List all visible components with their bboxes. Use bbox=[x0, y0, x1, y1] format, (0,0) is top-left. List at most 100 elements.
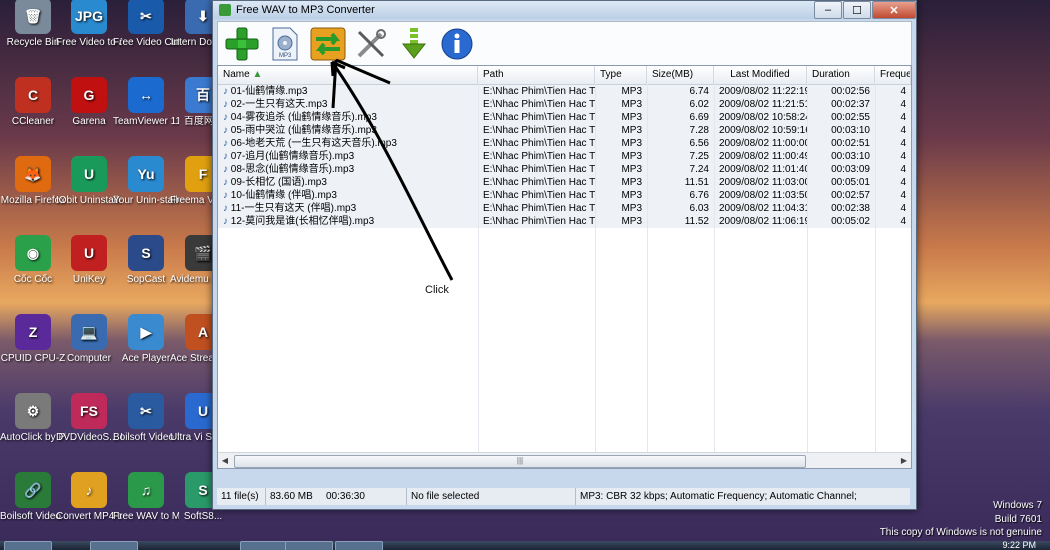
cell-size: 6.02 bbox=[689, 99, 709, 110]
cell-size: 6.69 bbox=[689, 112, 709, 123]
table-row[interactable]: ♪ 09-长相忆 (国语).mp3 E:\Nhac Phim\Tien Hac T… bbox=[218, 176, 911, 189]
cell-path: E:\Nhac Phim\Tien Hac Th... bbox=[483, 216, 595, 227]
taskbar-item[interactable] bbox=[90, 541, 138, 550]
options-button[interactable] bbox=[351, 25, 391, 63]
cell-size: 6.56 bbox=[689, 138, 709, 149]
cell-freq: 4 bbox=[900, 138, 906, 149]
status-format: MP3: CBR 32 kbps; Automatic Frequency; A… bbox=[580, 491, 857, 502]
column-header-modified[interactable]: Last Modified bbox=[714, 66, 807, 84]
cell-size: 7.24 bbox=[689, 164, 709, 175]
audio-file-icon: ♪ bbox=[223, 86, 231, 97]
close-button[interactable]: ✕ bbox=[872, 1, 916, 19]
minimize-button[interactable]: – bbox=[814, 1, 842, 19]
scrollbar-thumb[interactable]: ||| bbox=[234, 455, 806, 468]
cell-type: MP3 bbox=[621, 164, 642, 175]
taskbar-item-converter[interactable] bbox=[285, 541, 333, 550]
cell-duration: 00:02:37 bbox=[831, 99, 870, 110]
cell-type: MP3 bbox=[621, 86, 642, 97]
column-header-frequency[interactable]: Freque bbox=[875, 66, 911, 84]
status-selection: No file selected bbox=[407, 488, 576, 505]
list-header: Name ▲ Path Type Size(MB) Last Modified … bbox=[218, 66, 911, 85]
plus-icon bbox=[225, 27, 259, 61]
file-name: 02-一生只有这天.mp3 bbox=[230, 99, 328, 110]
table-row[interactable]: ♪ 01-仙鹤情缘.mp3 E:\Nhac Phim\Tien Hac Th...… bbox=[218, 85, 911, 98]
file-name: 06-地老天荒 (一生只有这天音乐).mp3 bbox=[230, 138, 397, 149]
table-row[interactable]: ♪ 06-地老天荒 (一生只有这天音乐).mp3 E:\Nhac Phim\Tie… bbox=[218, 137, 911, 150]
cell-duration: 00:02:55 bbox=[831, 112, 870, 123]
cell-type: MP3 bbox=[621, 112, 642, 123]
cell-modified: 2009/08/02 11:00:49 bbox=[719, 151, 807, 162]
table-row[interactable]: ♪ 12-莫问我是谁(长相忆伴唱).mp3 E:\Nhac Phim\Tien H… bbox=[218, 215, 911, 228]
cell-modified: 2009/08/02 11:00:00 bbox=[719, 138, 807, 149]
cell-modified: 2009/08/02 10:58:24 bbox=[719, 112, 807, 123]
table-row[interactable]: ♪ 10-仙鹤情缘 (伴唱).mp3 E:\Nhac Phim\Tien Hac … bbox=[218, 189, 911, 202]
audio-file-icon: ♪ bbox=[223, 112, 231, 123]
cell-name: ♪ 10-仙鹤情缘 (伴唱).mp3 bbox=[218, 189, 478, 202]
maximize-button[interactable]: ☐ bbox=[843, 1, 871, 19]
cell-modified: 2009/08/02 11:04:31 bbox=[719, 203, 807, 214]
file-name: 09-长相忆 (国语).mp3 bbox=[230, 177, 327, 188]
column-header-path[interactable]: Path bbox=[478, 66, 595, 84]
app-icon: Yu bbox=[128, 156, 164, 192]
app-icon: ◉ bbox=[15, 235, 51, 271]
app-icon: ▶ bbox=[128, 314, 164, 350]
cell-type: MP3 bbox=[621, 151, 642, 162]
cell-path: E:\Nhac Phim\Tien Hac Th... bbox=[483, 125, 595, 136]
file-name: 10-仙鹤情缘 (伴唱).mp3 bbox=[230, 190, 337, 201]
audio-file-icon: ♪ bbox=[223, 138, 231, 149]
clock: 9:22 PM bbox=[1002, 540, 1036, 550]
sort-up-icon: ▲ bbox=[252, 69, 263, 80]
audio-file-icon: ♪ bbox=[223, 190, 231, 201]
cell-path: E:\Nhac Phim\Tien Hac Th... bbox=[483, 86, 595, 97]
cell-path: E:\Nhac Phim\Tien Hac Th... bbox=[483, 164, 595, 175]
file-rows: ♪ 01-仙鹤情缘.mp3 E:\Nhac Phim\Tien Hac Th...… bbox=[218, 85, 911, 228]
cell-path: E:\Nhac Phim\Tien Hac Th... bbox=[483, 203, 595, 214]
file-name: 01-仙鹤情缘.mp3 bbox=[230, 86, 308, 97]
title-bar[interactable]: Free WAV to MP3 Converter – ☐ ✕ bbox=[213, 1, 916, 19]
cell-freq: 4 bbox=[900, 164, 906, 175]
annotation-click-label: Click bbox=[425, 284, 449, 296]
table-row[interactable]: ♪ 07-追月(仙鹤情缘音乐).mp3 E:\Nhac Phim\Tien Hac… bbox=[218, 150, 911, 163]
table-row[interactable]: ♪ 04-雾夜追杀 (仙鹤情缘音乐).mp3 E:\Nhac Phim\Tien … bbox=[218, 111, 911, 124]
info-icon bbox=[441, 28, 473, 60]
cell-duration: 00:03:10 bbox=[831, 151, 870, 162]
table-row[interactable]: ♪ 02-一生只有这天.mp3 E:\Nhac Phim\Tien Hac Th.… bbox=[218, 98, 911, 111]
audio-file-icon: ♪ bbox=[223, 151, 231, 162]
file-list[interactable]: Name ▲ Path Type Size(MB) Last Modified … bbox=[217, 65, 912, 469]
windows-genuine-notice: This copy of Windows is not genuine bbox=[879, 527, 1042, 538]
output-settings-button[interactable]: MP3 bbox=[265, 25, 305, 63]
scroll-left-icon[interactable]: ◀ bbox=[218, 456, 232, 465]
file-name: 05-雨中哭泣 (仙鹤情缘音乐).mp3 bbox=[230, 125, 377, 136]
scroll-right-icon[interactable]: ▶ bbox=[897, 456, 911, 465]
horizontal-scrollbar[interactable]: ◀ ||| ▶ bbox=[218, 452, 911, 468]
convert-button[interactable] bbox=[308, 25, 348, 63]
cell-size: 7.25 bbox=[689, 151, 709, 162]
app-window: Free WAV to MP3 Converter – ☐ ✕ MP3 Name… bbox=[212, 0, 917, 510]
cell-name: ♪ 06-地老天荒 (一生只有这天音乐).mp3 bbox=[218, 137, 478, 150]
column-header-type[interactable]: Type bbox=[595, 66, 647, 84]
column-header-duration[interactable]: Duration bbox=[807, 66, 875, 84]
app-icon: 💻 bbox=[71, 314, 107, 350]
taskbar-item[interactable] bbox=[335, 541, 383, 550]
column-header-size[interactable]: Size(MB) bbox=[647, 66, 714, 84]
info-button[interactable] bbox=[437, 25, 477, 63]
table-row[interactable]: ♪ 11-一生只有这天 (伴唱).mp3 E:\Nhac Phim\Tien Ha… bbox=[218, 202, 911, 215]
windows-build: Build 7601 bbox=[994, 514, 1042, 525]
taskbar-item[interactable] bbox=[240, 541, 288, 550]
file-name: 12-莫问我是谁(长相忆伴唱).mp3 bbox=[230, 216, 375, 227]
toolbar: MP3 bbox=[217, 21, 912, 66]
file-name: 04-雾夜追杀 (仙鹤情缘音乐).mp3 bbox=[230, 112, 377, 123]
download-button[interactable] bbox=[394, 25, 434, 63]
app-icon: ♫ bbox=[128, 472, 164, 508]
cell-name: ♪ 04-雾夜追杀 (仙鹤情缘音乐).mp3 bbox=[218, 111, 478, 124]
app-icon: ↔ bbox=[128, 77, 164, 113]
column-header-name[interactable]: Name ▲ bbox=[218, 66, 478, 84]
table-row[interactable]: ♪ 08-思念(仙鹤情缘音乐).mp3 E:\Nhac Phim\Tien Hac… bbox=[218, 163, 911, 176]
cell-path: E:\Nhac Phim\Tien Hac Th... bbox=[483, 177, 595, 188]
cell-type: MP3 bbox=[621, 125, 642, 136]
start-button[interactable] bbox=[4, 541, 52, 550]
cell-type: MP3 bbox=[621, 177, 642, 188]
add-files-button[interactable] bbox=[222, 25, 262, 63]
table-row[interactable]: ♪ 05-雨中哭泣 (仙鹤情缘音乐).mp3 E:\Nhac Phim\Tien … bbox=[218, 124, 911, 137]
taskbar: 9:22 PM bbox=[0, 540, 1050, 550]
